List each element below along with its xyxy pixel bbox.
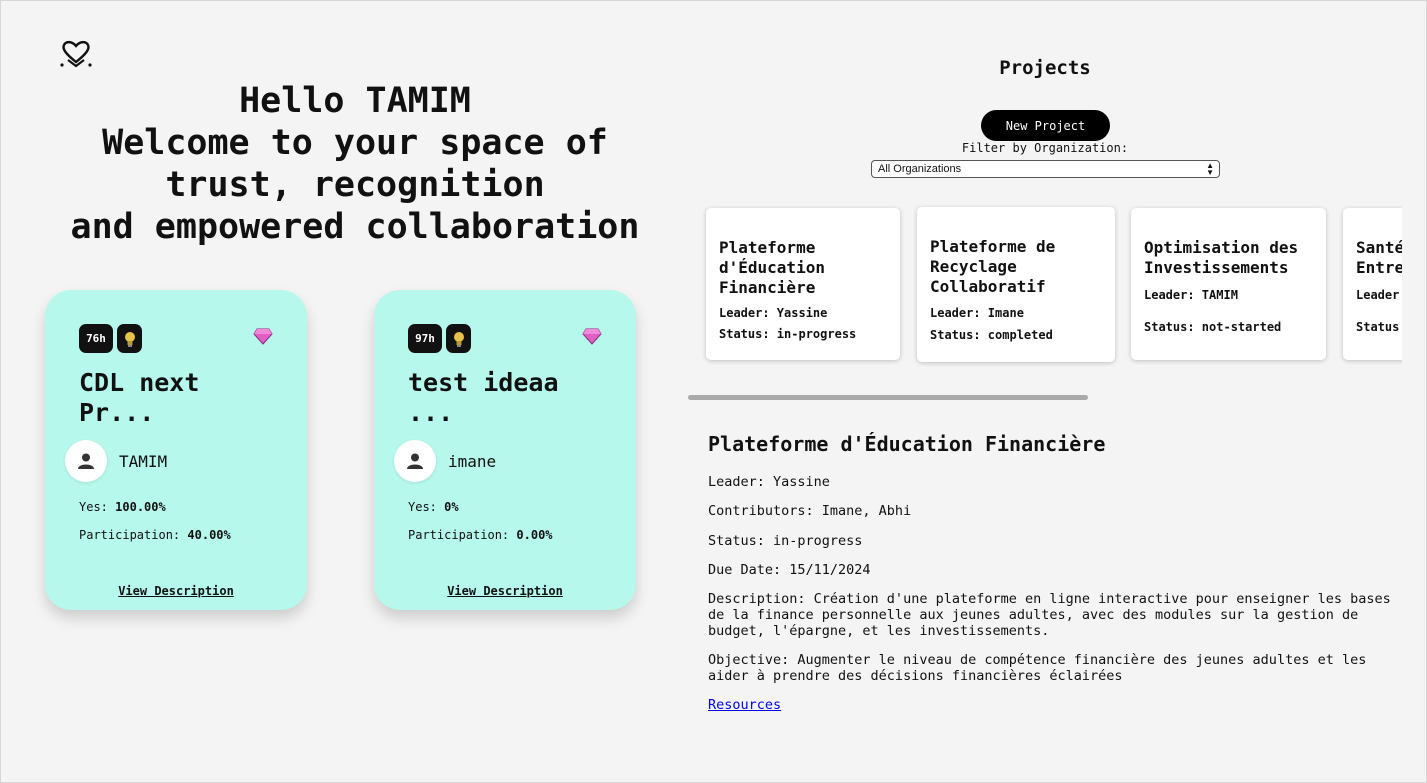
- view-description-link[interactable]: View Description: [45, 584, 307, 598]
- project-card-title: Santé Entre: [1356, 238, 1402, 277]
- project-card-status: Status: not-started: [1144, 320, 1282, 334]
- detail-leader: Leader: Yassine: [708, 474, 830, 490]
- project-card[interactable]: Plateforme d'Éducation Financière Leader…: [706, 208, 900, 360]
- project-card[interactable]: Santé Entre Leader: Status:: [1343, 208, 1402, 360]
- author-name: TAMIM: [119, 451, 168, 471]
- participation-label: Participation:: [408, 528, 510, 542]
- idea-title: CDL next Pr...: [79, 368, 200, 427]
- project-card-status: Status:: [1356, 320, 1402, 334]
- yes-stat: Yes: 0%: [408, 500, 459, 514]
- welcome-heading: Hello TAMIM Welcome to your space of tru…: [20, 80, 690, 248]
- project-card-leader: Leader:: [1356, 288, 1402, 302]
- lightbulb-icon: [446, 324, 471, 353]
- project-card-leader: Leader: Yassine: [719, 306, 828, 320]
- heart-logo-icon[interactable]: [58, 38, 94, 70]
- filter-label: Filter by Organization:: [961, 141, 1129, 155]
- projects-carousel[interactable]: Plateforme d'Éducation Financière Leader…: [700, 200, 1402, 370]
- time-left-badge: 97h: [408, 324, 442, 353]
- yes-value: 0%: [444, 500, 459, 514]
- idea-author: imane: [394, 440, 496, 482]
- projects-title: Projects: [999, 57, 1091, 79]
- resources-link[interactable]: Resources: [708, 697, 781, 713]
- greeting-line: and empowered collaboration: [70, 207, 640, 247]
- yes-stat: Yes: 100.00%: [79, 500, 166, 514]
- project-card-title: Plateforme d'Éducation Financière: [719, 238, 825, 297]
- projects-scrollbar[interactable]: [688, 395, 1088, 400]
- yes-label: Yes:: [408, 500, 437, 514]
- yes-label: Yes:: [79, 500, 108, 514]
- participation-stat: Participation: 40.00%: [79, 528, 231, 542]
- yes-value: 100.00%: [115, 500, 166, 514]
- idea-author: TAMIM: [65, 440, 167, 482]
- detail-objective: Objective: Augmenter le niveau de compét…: [708, 652, 1367, 684]
- project-card-status: Status: completed: [930, 328, 1053, 342]
- detail-description: Description: Création d'une plateforme e…: [708, 591, 1391, 639]
- project-card-status: Status: in-progress: [719, 327, 857, 341]
- project-card[interactable]: Plateforme de Recyclage Collaboratif Lea…: [917, 207, 1115, 362]
- participation-stat: Participation: 0.00%: [408, 528, 553, 542]
- project-card-leader: Leader: Imane: [930, 306, 1024, 320]
- author-name: imane: [448, 451, 497, 471]
- greeting-line: Welcome to your space of: [102, 123, 608, 163]
- idea-badges: 76h: [79, 324, 142, 353]
- project-detail-title: Plateforme d'Éducation Financière: [708, 432, 1106, 456]
- user-avatar-icon: [65, 440, 107, 482]
- organization-filter-select[interactable]: All Organizations ▲ ▼: [871, 160, 1220, 178]
- project-card-leader: Leader: TAMIM: [1144, 288, 1238, 302]
- time-left-badge: 76h: [79, 324, 113, 353]
- participation-value: 0.00%: [516, 528, 553, 542]
- select-arrows-icon: ▲ ▼: [1206, 161, 1214, 177]
- idea-title: test ideaa ...: [408, 368, 559, 427]
- lightbulb-icon: [117, 324, 142, 353]
- idea-badges: 97h: [408, 324, 471, 353]
- new-project-button[interactable]: New Project: [981, 110, 1110, 141]
- detail-status: Status: in-progress: [708, 533, 863, 549]
- view-description-link[interactable]: View Description: [374, 584, 636, 598]
- idea-card[interactable]: 97h test ideaa ... imane Yes: 0% Partici…: [374, 290, 636, 610]
- gem-icon[interactable]: [582, 326, 602, 346]
- detail-due-date: Due Date: 15/11/2024: [708, 562, 871, 578]
- detail-contributors: Contributors: Imane, Abhi: [708, 503, 912, 519]
- idea-card[interactable]: 76h CDL next Pr... TAMIM Yes: 100.00% Pa…: [45, 290, 307, 610]
- project-card-title: Optimisation des Investissements: [1144, 238, 1299, 277]
- participation-label: Participation:: [79, 528, 181, 542]
- project-card-title: Plateforme de Recyclage Collaboratif: [930, 237, 1056, 296]
- greeting-line: trust, recognition: [165, 165, 545, 205]
- organization-filter-value: All Organizations: [878, 163, 962, 175]
- user-avatar-icon: [394, 440, 436, 482]
- greeting-line: Hello TAMIM: [239, 81, 471, 121]
- project-card[interactable]: Optimisation des Investissements Leader:…: [1131, 208, 1326, 360]
- gem-icon[interactable]: [253, 326, 273, 346]
- participation-value: 40.00%: [187, 528, 231, 542]
